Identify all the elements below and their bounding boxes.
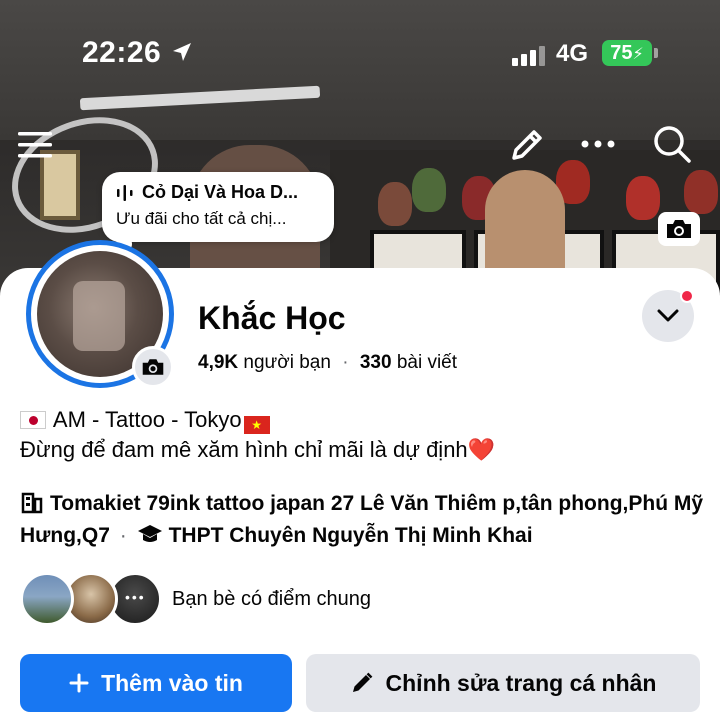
battery-level: 75: [610, 42, 633, 64]
edit-profile-button[interactable]: Chỉnh sửa trang cá nhân: [306, 654, 700, 712]
profile-name: Khắc Học: [198, 300, 346, 336]
profile-stats: 4,9K người bạn · 330 bài viết: [198, 352, 457, 374]
note-song-title: Cỏ Dại Và Hoa D...: [142, 182, 299, 202]
battery-icon: 75⚡: [602, 40, 652, 66]
cover-mask: [626, 176, 660, 220]
notification-dot: [680, 289, 694, 303]
location-arrow-icon: [173, 43, 191, 61]
note-song-subtitle: Ưu đãi cho tất cả chị...: [116, 209, 287, 228]
friends-label[interactable]: người bạn: [243, 352, 331, 373]
building-icon: [21, 492, 43, 514]
bio-line-1: AM - Tattoo - Tokyo ★: [20, 405, 495, 435]
battery-tip: [654, 48, 658, 58]
japan-flag-icon: [20, 411, 46, 429]
more-dots-icon: •••: [125, 589, 146, 605]
profile-bio: AM - Tattoo - Tokyo ★ Đừng để đam mê xăm …: [20, 405, 495, 465]
plus-icon: [69, 673, 89, 693]
music-note-bubble[interactable]: Cỏ Dại Và Hoa D... Ưu đãi cho tất cả chị…: [102, 172, 334, 252]
cover-picture-frame: [40, 150, 80, 220]
add-to-story-label: Thêm vào tin: [101, 669, 243, 696]
bio-line-1-text: AM - Tattoo - Tokyo: [52, 407, 242, 432]
status-bar: 22:26 4G 75⚡: [0, 0, 720, 90]
mutual-friend-avatar: [20, 572, 74, 626]
stats-separator: ·: [342, 352, 349, 373]
camera-icon: [667, 220, 691, 238]
network-type: 4G: [556, 40, 589, 67]
cover-mask: [684, 170, 718, 214]
cover-mask: [378, 182, 412, 226]
more-options-icon[interactable]: [580, 138, 616, 150]
graduation-cap-icon: [137, 525, 162, 542]
mutual-friends-row[interactable]: ••• Bạn bè có điểm chung: [20, 572, 371, 626]
chevron-down-icon: [657, 309, 679, 322]
school-text[interactable]: THPT Chuyên Nguyễn Thị Minh Khai: [169, 524, 533, 547]
add-to-story-button[interactable]: Thêm vào tin: [20, 654, 292, 712]
profile-details: Tomakiet 79ink tattoo japan 27 Lê Văn Th…: [20, 488, 710, 552]
details-separator: ·: [119, 524, 127, 547]
edit-pencil-icon[interactable]: [508, 126, 546, 164]
search-icon[interactable]: [652, 124, 692, 164]
friends-count[interactable]: 4,9K: [198, 352, 238, 373]
note-title-row: Cỏ Dại Và Hoa D...: [116, 182, 320, 203]
camera-icon: [142, 359, 164, 375]
avatar-camera-button[interactable]: [132, 346, 174, 388]
status-time: 22:26: [82, 36, 162, 69]
cellular-signal-icon: [512, 44, 546, 66]
menu-icon[interactable]: [18, 130, 54, 160]
audio-wave-icon: [117, 184, 133, 201]
bio-line-2: Đừng để đam mê xăm hình chỉ mãi là dự đị…: [20, 435, 495, 465]
heart-emoji: ❤️: [467, 437, 496, 462]
posts-label: bài viết: [396, 352, 458, 373]
mutual-friends-label: Bạn bè có điểm chung: [172, 587, 372, 610]
posts-count: 330: [359, 352, 392, 373]
bio-line-2-text: Đừng để đam mê xăm hình chỉ mãi là dự đị…: [20, 437, 468, 462]
vietnam-flag-icon: ★: [243, 416, 270, 434]
edit-profile-label: Chỉnh sửa trang cá nhân: [385, 669, 657, 696]
cover-mask: [412, 168, 446, 212]
cover-camera-button[interactable]: [658, 212, 700, 246]
edit-pencil-icon: [352, 672, 372, 692]
